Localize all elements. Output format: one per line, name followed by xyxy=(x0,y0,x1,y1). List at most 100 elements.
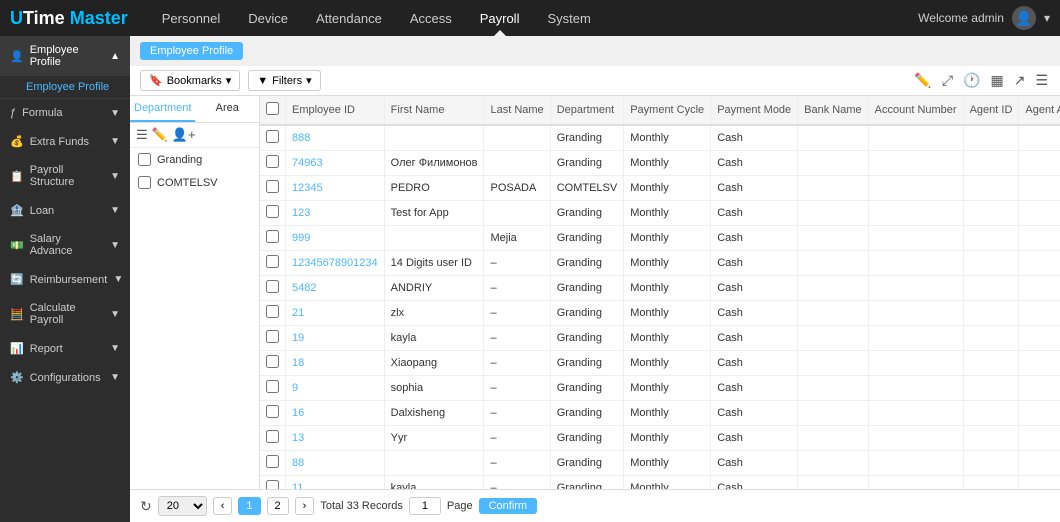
sidebar-item-formula[interactable]: ƒ Formula ▼ xyxy=(0,99,130,127)
employee-id-link[interactable]: 88 xyxy=(292,457,304,469)
row-checkbox[interactable] xyxy=(266,155,279,168)
next-page-button[interactable]: › xyxy=(295,497,315,515)
header-payment-cycle: Payment Cycle xyxy=(624,96,711,125)
row-checkbox[interactable] xyxy=(266,480,279,489)
panel-add-user-icon[interactable]: 👤+ xyxy=(172,127,196,143)
row-payment-mode: Cash xyxy=(711,276,798,301)
sidebar-item-payroll-structure[interactable]: 📋 Payroll Structure ▼ xyxy=(0,156,130,196)
inner-layout: Department Area ☰ ✏️ 👤+ Granding COMTELS… xyxy=(130,96,1060,489)
select-all-checkbox[interactable] xyxy=(266,102,279,115)
main-layout: 👤 Employee Profile ▲ Employee Profile ƒ … xyxy=(0,36,1060,522)
employee-id-link[interactable]: 13 xyxy=(292,432,304,444)
nav-device[interactable]: Device xyxy=(234,0,302,36)
row-department: Granding xyxy=(550,276,624,301)
panel-list-icon[interactable]: ☰ xyxy=(136,127,148,143)
page-1-button[interactable]: 1 xyxy=(238,497,260,515)
row-checkbox[interactable] xyxy=(266,180,279,193)
sidebar-item-loan[interactable]: 🏦 Loan ▼ xyxy=(0,196,130,225)
row-checkbox[interactable] xyxy=(266,255,279,268)
row-checkbox[interactable] xyxy=(266,330,279,343)
sidebar-item-extra-funds[interactable]: 💰 Extra Funds ▼ xyxy=(0,127,130,156)
employee-id-link[interactable]: 12345678901234 xyxy=(292,257,378,269)
row-checkbox[interactable] xyxy=(266,205,279,218)
chevron-down-icon-3: ▼ xyxy=(110,171,120,182)
nav-attendance[interactable]: Attendance xyxy=(302,0,396,36)
breadcrumb-tab-employee-profile[interactable]: Employee Profile xyxy=(140,42,243,60)
tab-area[interactable]: Area xyxy=(195,96,259,122)
row-checkbox[interactable] xyxy=(266,455,279,468)
row-payment-cycle: Monthly xyxy=(624,326,711,351)
employee-id-link[interactable]: 11 xyxy=(292,482,303,489)
page-2-button[interactable]: 2 xyxy=(267,497,289,515)
expand-icon[interactable]: ⤢ xyxy=(940,70,955,91)
row-bank-name xyxy=(798,201,868,226)
nav-personnel[interactable]: Personnel xyxy=(148,0,235,36)
sidebar-label-employee-profile: Employee Profile xyxy=(30,44,104,68)
nav-access[interactable]: Access xyxy=(396,0,466,36)
sidebar-item-report[interactable]: 📊 Report ▼ xyxy=(0,334,130,363)
sidebar-item-reimbursement[interactable]: 🔄 Reimbursement ▼ xyxy=(0,265,130,294)
sidebar-item-employee-profile[interactable]: 👤 Employee Profile ▲ xyxy=(0,36,130,76)
page-size-select[interactable]: 10 20 50 100 xyxy=(158,496,207,516)
tab-department[interactable]: Department xyxy=(130,96,195,122)
history-icon[interactable]: 🕐 xyxy=(961,70,982,91)
employee-id-link[interactable]: 19 xyxy=(292,332,304,344)
loan-icon: 🏦 xyxy=(10,204,24,217)
row-agent-id xyxy=(963,151,1019,176)
row-department: Granding xyxy=(550,301,624,326)
sidebar-item-configurations[interactable]: ⚙️ Configurations ▼ xyxy=(0,363,130,392)
nav-system[interactable]: System xyxy=(533,0,604,36)
page-input[interactable] xyxy=(409,497,441,515)
row-agent-id xyxy=(963,426,1019,451)
welcome-area: Welcome admin 👤 ▾ xyxy=(918,6,1050,30)
dept-checkbox-comtelsv[interactable] xyxy=(138,176,151,189)
employee-id-link[interactable]: 21 xyxy=(292,307,304,319)
row-checkbox[interactable] xyxy=(266,405,279,418)
row-payment-cycle: Monthly xyxy=(624,151,711,176)
sidebar-item-calculate-payroll[interactable]: 🧮 Calculate Payroll ▼ xyxy=(0,294,130,334)
dropdown-arrow-icon[interactable]: ▾ xyxy=(1044,11,1050,25)
row-checkbox[interactable] xyxy=(266,380,279,393)
columns-icon[interactable]: ▦ xyxy=(988,70,1005,91)
employee-id-link[interactable]: 9 xyxy=(292,382,298,394)
employee-id-link[interactable]: 999 xyxy=(292,232,310,244)
employee-id-link[interactable]: 74963 xyxy=(292,157,323,169)
employee-id-link[interactable]: 18 xyxy=(292,357,304,369)
sidebar-label-loan: Loan xyxy=(30,205,54,217)
row-checkbox[interactable] xyxy=(266,355,279,368)
employee-id-link[interactable]: 12345 xyxy=(292,182,323,194)
row-checkbox[interactable] xyxy=(266,280,279,293)
row-department: Granding xyxy=(550,376,624,401)
nav-menu: Personnel Device Attendance Access Payro… xyxy=(148,0,918,36)
confirm-page-button[interactable]: Confirm xyxy=(479,498,538,514)
employee-id-link[interactable]: 123 xyxy=(292,207,310,219)
refresh-button[interactable]: ↻ xyxy=(140,498,152,515)
row-first-name: Dalxisheng xyxy=(384,401,484,426)
filters-button[interactable]: ▼ Filters ▾ xyxy=(248,70,320,91)
row-checkbox[interactable] xyxy=(266,430,279,443)
row-first-name: kayla xyxy=(384,476,484,490)
sidebar: 👤 Employee Profile ▲ Employee Profile ƒ … xyxy=(0,36,130,522)
bookmarks-button[interactable]: 🔖 Bookmarks ▾ xyxy=(140,70,240,91)
nav-payroll[interactable]: Payroll xyxy=(466,0,534,36)
prev-page-button[interactable]: ‹ xyxy=(213,497,233,515)
more-settings-icon[interactable]: ☰ xyxy=(1033,70,1050,91)
row-agent-id xyxy=(963,125,1019,151)
employee-id-link[interactable]: 5482 xyxy=(292,282,316,294)
employee-id-link[interactable]: 888 xyxy=(292,132,310,144)
sidebar-item-salary-advance[interactable]: 💵 Salary Advance ▼ xyxy=(0,225,130,265)
row-payment-mode: Cash xyxy=(711,376,798,401)
row-checkbox-cell xyxy=(260,326,286,351)
share-icon[interactable]: ↗ xyxy=(1012,70,1028,91)
row-checkbox[interactable] xyxy=(266,130,279,143)
user-avatar[interactable]: 👤 xyxy=(1012,6,1036,30)
sidebar-subitem-employee-profile[interactable]: Employee Profile xyxy=(0,76,130,98)
row-agent-account xyxy=(1019,301,1060,326)
employee-id-link[interactable]: 16 xyxy=(292,407,304,419)
row-checkbox[interactable] xyxy=(266,230,279,243)
edit-toolbar-icon[interactable]: ✏️ xyxy=(912,70,933,91)
dept-checkbox-granding[interactable] xyxy=(138,153,151,166)
panel-edit-icon[interactable]: ✏️ xyxy=(152,127,168,143)
row-checkbox[interactable] xyxy=(266,305,279,318)
table-row: 12345678901234 14 Digits user ID – Grand… xyxy=(260,251,1060,276)
